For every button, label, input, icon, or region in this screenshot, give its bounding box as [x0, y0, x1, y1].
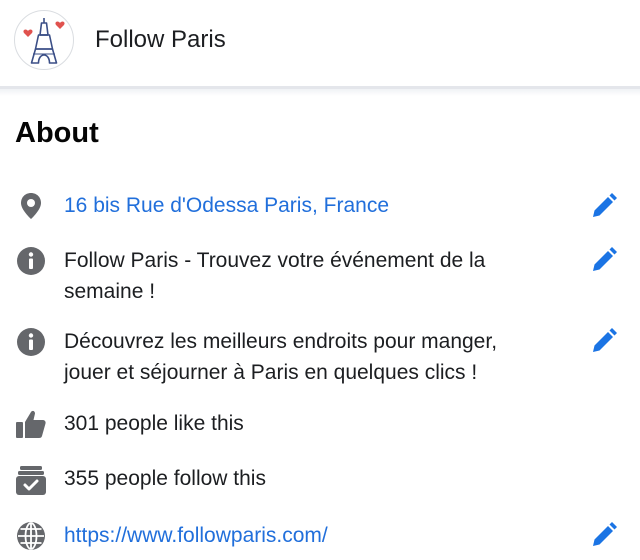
- location-pin-icon: [15, 190, 47, 222]
- eiffel-tower-hearts-logo: [23, 18, 65, 64]
- pencil-icon: [593, 193, 617, 217]
- pencil-icon: [593, 522, 617, 546]
- about-title: About: [15, 117, 99, 149]
- page-header: Follow Paris: [0, 0, 640, 86]
- info-icon: [15, 326, 47, 358]
- pencil-icon: [593, 328, 617, 352]
- edit-story-button[interactable]: [586, 323, 622, 359]
- address-link[interactable]: 16 bis Rue d'Odessa Paris, France: [64, 190, 534, 221]
- page-name[interactable]: Follow Paris: [95, 26, 226, 54]
- info-icon: [15, 245, 47, 277]
- edit-address-button[interactable]: [586, 188, 622, 224]
- avatar[interactable]: [14, 10, 74, 70]
- edit-website-button[interactable]: [586, 517, 622, 553]
- header-divider: [0, 86, 640, 96]
- follows-count-text: 355 people follow this: [64, 467, 266, 490]
- globe-icon: [15, 520, 47, 552]
- about-description-text: Follow Paris - Trouvez votre événement d…: [64, 249, 486, 303]
- website-link[interactable]: https://www.followparis.com/: [64, 520, 534, 551]
- edit-description-button[interactable]: [586, 242, 622, 278]
- about-story-text: Découvrez les meilleurs endroits pour ma…: [64, 330, 498, 384]
- pencil-icon: [593, 247, 617, 271]
- thumbs-up-icon: [15, 408, 47, 440]
- follow-box-icon: [15, 464, 47, 496]
- likes-count-text: 301 people like this: [64, 412, 244, 435]
